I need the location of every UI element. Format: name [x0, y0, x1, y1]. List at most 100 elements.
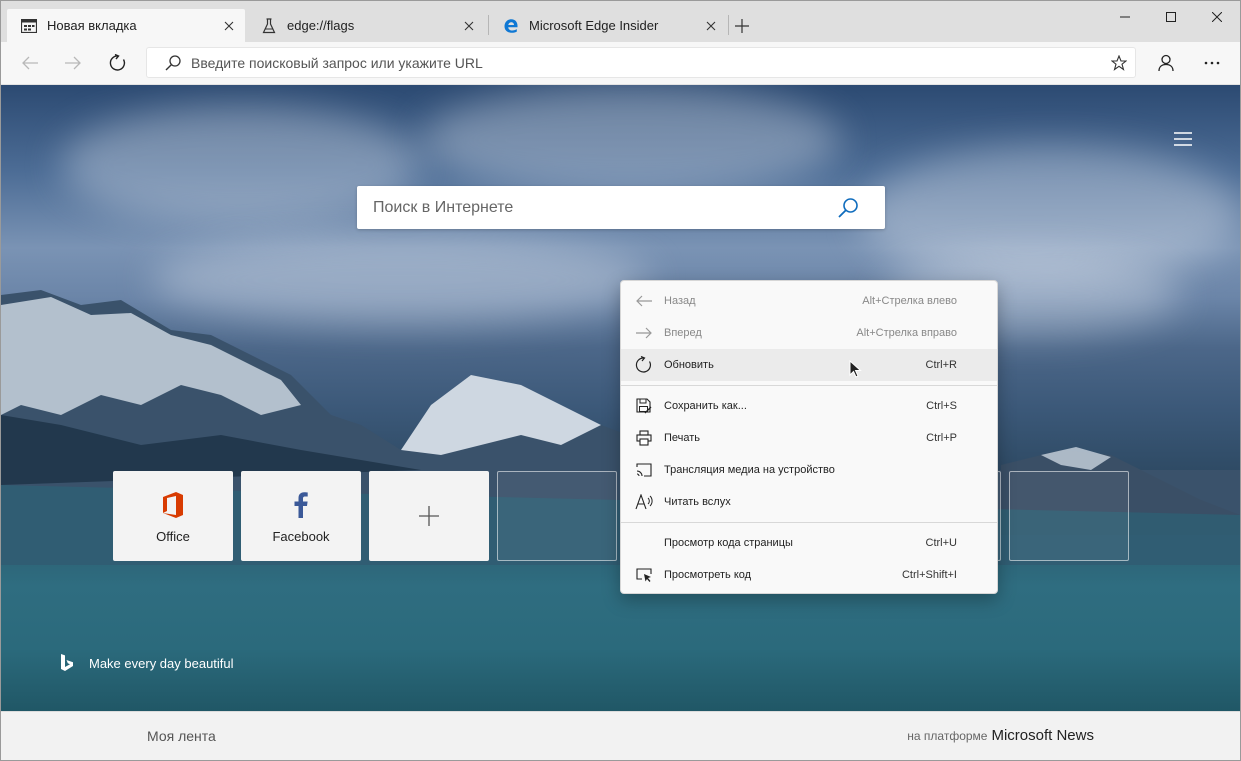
tile-label: Office — [156, 528, 190, 544]
tab-strip: Новая вкладка edge://flags Microsoft Edg… — [1, 1, 1240, 42]
settings-more-button[interactable] — [1195, 47, 1229, 79]
favorite-star-button[interactable] — [1103, 49, 1135, 77]
back-arrow-icon — [22, 56, 38, 70]
top-site-facebook[interactable]: Facebook — [241, 471, 361, 561]
hamburger-icon — [1174, 132, 1192, 146]
menu-item-label: Назад — [664, 295, 696, 307]
forward-arrow-icon — [634, 323, 654, 343]
empty-top-site-slot[interactable] — [1009, 471, 1129, 561]
maximize-icon — [1166, 12, 1176, 22]
menu-item-inspect[interactable]: Просмотреть код Ctrl+Shift+I — [621, 559, 997, 591]
web-search-input[interactable] — [373, 198, 833, 217]
star-icon — [1111, 54, 1127, 71]
menu-item-shortcut: Ctrl+R — [925, 359, 957, 371]
menu-separator — [621, 385, 997, 386]
menu-item-refresh[interactable]: Обновить Ctrl+R — [621, 349, 997, 381]
cast-icon — [634, 460, 654, 480]
plus-icon — [418, 500, 440, 532]
menu-item-save-as[interactable]: Сохранить как... Ctrl+S — [621, 390, 997, 422]
refresh-icon — [109, 54, 126, 71]
search-icon — [838, 197, 858, 218]
address-input[interactable] — [191, 54, 1103, 71]
newtab-page-icon — [21, 18, 37, 34]
minimize-button[interactable] — [1102, 1, 1148, 33]
browser-window: Новая вкладка edge://flags Microsoft Edg… — [0, 0, 1241, 761]
menu-item-label: Трансляция медиа на устройство — [664, 464, 835, 476]
new-tab-button[interactable] — [729, 13, 755, 39]
close-icon — [464, 21, 474, 30]
background-cloud — [421, 85, 841, 195]
powered-by: на платформе Microsoft News — [907, 727, 1094, 744]
add-top-site-button[interactable] — [369, 471, 489, 561]
menu-item-shortcut: Alt+Стрелка вправо — [856, 327, 957, 339]
refresh-button[interactable] — [101, 47, 135, 79]
menu-item-label: Печать — [664, 432, 701, 444]
tab-new-tab[interactable]: Новая вкладка — [7, 9, 245, 42]
menu-item-label: Сохранить как... — [664, 400, 747, 412]
menu-item-shortcut: Ctrl+U — [925, 537, 957, 549]
search-icon — [163, 53, 183, 73]
menu-item-print[interactable]: Печать Ctrl+P — [621, 422, 997, 454]
more-dots-icon — [1204, 61, 1220, 65]
menu-item-back[interactable]: Назад Alt+Стрелка влево — [621, 285, 997, 317]
tab-edge-flags[interactable]: edge://flags — [247, 9, 485, 42]
context-menu: Назад Alt+Стрелка влево Вперед Alt+Стрел… — [620, 280, 998, 594]
plus-icon — [735, 19, 749, 33]
close-tab-button[interactable] — [457, 14, 481, 38]
menu-item-label: Читать вслух — [664, 496, 731, 508]
profile-button[interactable] — [1149, 47, 1183, 79]
close-window-button[interactable] — [1194, 1, 1240, 33]
page-settings-menu-button[interactable] — [1169, 125, 1197, 153]
edge-logo-icon — [503, 18, 519, 34]
facebook-icon — [294, 489, 308, 521]
menu-item-shortcut: Ctrl+P — [926, 432, 957, 444]
menu-item-label: Просмотреть код — [664, 569, 752, 581]
profile-icon — [1158, 54, 1174, 72]
menu-item-shortcut: Ctrl+S — [926, 400, 957, 412]
menu-item-label: Вперед — [664, 327, 702, 339]
close-icon — [1212, 12, 1222, 22]
microsoft-news-brand: Microsoft News — [991, 727, 1094, 744]
office-icon — [162, 489, 184, 521]
menu-item-shortcut: Alt+Стрелка влево — [862, 295, 957, 307]
bing-tagline: Make every day beautiful — [89, 655, 234, 671]
web-search-box[interactable] — [357, 186, 885, 229]
menu-item-view-source[interactable]: Просмотр кода страницы Ctrl+U — [621, 527, 997, 559]
close-tab-button[interactable] — [217, 14, 241, 38]
menu-item-label: Обновить — [664, 359, 714, 371]
my-feed-tab[interactable]: Моя лента — [147, 728, 216, 744]
tab-title: edge://flags — [287, 18, 355, 33]
flask-icon — [261, 17, 277, 34]
maximize-button[interactable] — [1148, 1, 1194, 33]
empty-top-site-slot[interactable] — [497, 471, 617, 561]
back-arrow-icon — [634, 291, 654, 311]
save-as-icon — [634, 396, 654, 416]
tab-edge-insider[interactable]: Microsoft Edge Insider — [489, 9, 727, 42]
menu-item-read-aloud[interactable]: Читать вслух — [621, 486, 997, 518]
menu-item-label: Просмотр кода страницы — [664, 537, 793, 549]
top-site-office[interactable]: Office — [113, 471, 233, 561]
menu-item-cast-media[interactable]: Трансляция медиа на устройство — [621, 454, 997, 486]
news-feed-bar: Моя лента на платформе Microsoft News — [1, 711, 1240, 760]
address-bar[interactable] — [146, 47, 1136, 78]
powered-by-prefix: на платформе — [907, 729, 988, 743]
web-search-button[interactable] — [833, 193, 863, 223]
back-button[interactable] — [13, 47, 47, 79]
close-tab-button[interactable] — [699, 14, 723, 38]
bing-logo-icon — [59, 653, 75, 673]
menu-item-icon-placeholder — [634, 533, 654, 553]
menu-item-forward[interactable]: Вперед Alt+Стрелка вправо — [621, 317, 997, 349]
close-icon — [224, 21, 234, 30]
forward-arrow-icon — [65, 56, 81, 70]
mouse-cursor-icon — [849, 360, 862, 378]
close-icon — [706, 21, 716, 30]
tile-label: Facebook — [272, 528, 330, 544]
forward-button[interactable] — [56, 47, 90, 79]
tab-title: Новая вкладка — [47, 18, 137, 33]
menu-item-shortcut: Ctrl+Shift+I — [901, 569, 957, 581]
refresh-icon — [634, 355, 654, 375]
read-aloud-icon — [634, 492, 654, 512]
bing-image-attribution[interactable]: Make every day beautiful — [59, 653, 234, 673]
minimize-icon — [1120, 16, 1130, 18]
tab-title: Microsoft Edge Insider — [529, 18, 659, 33]
